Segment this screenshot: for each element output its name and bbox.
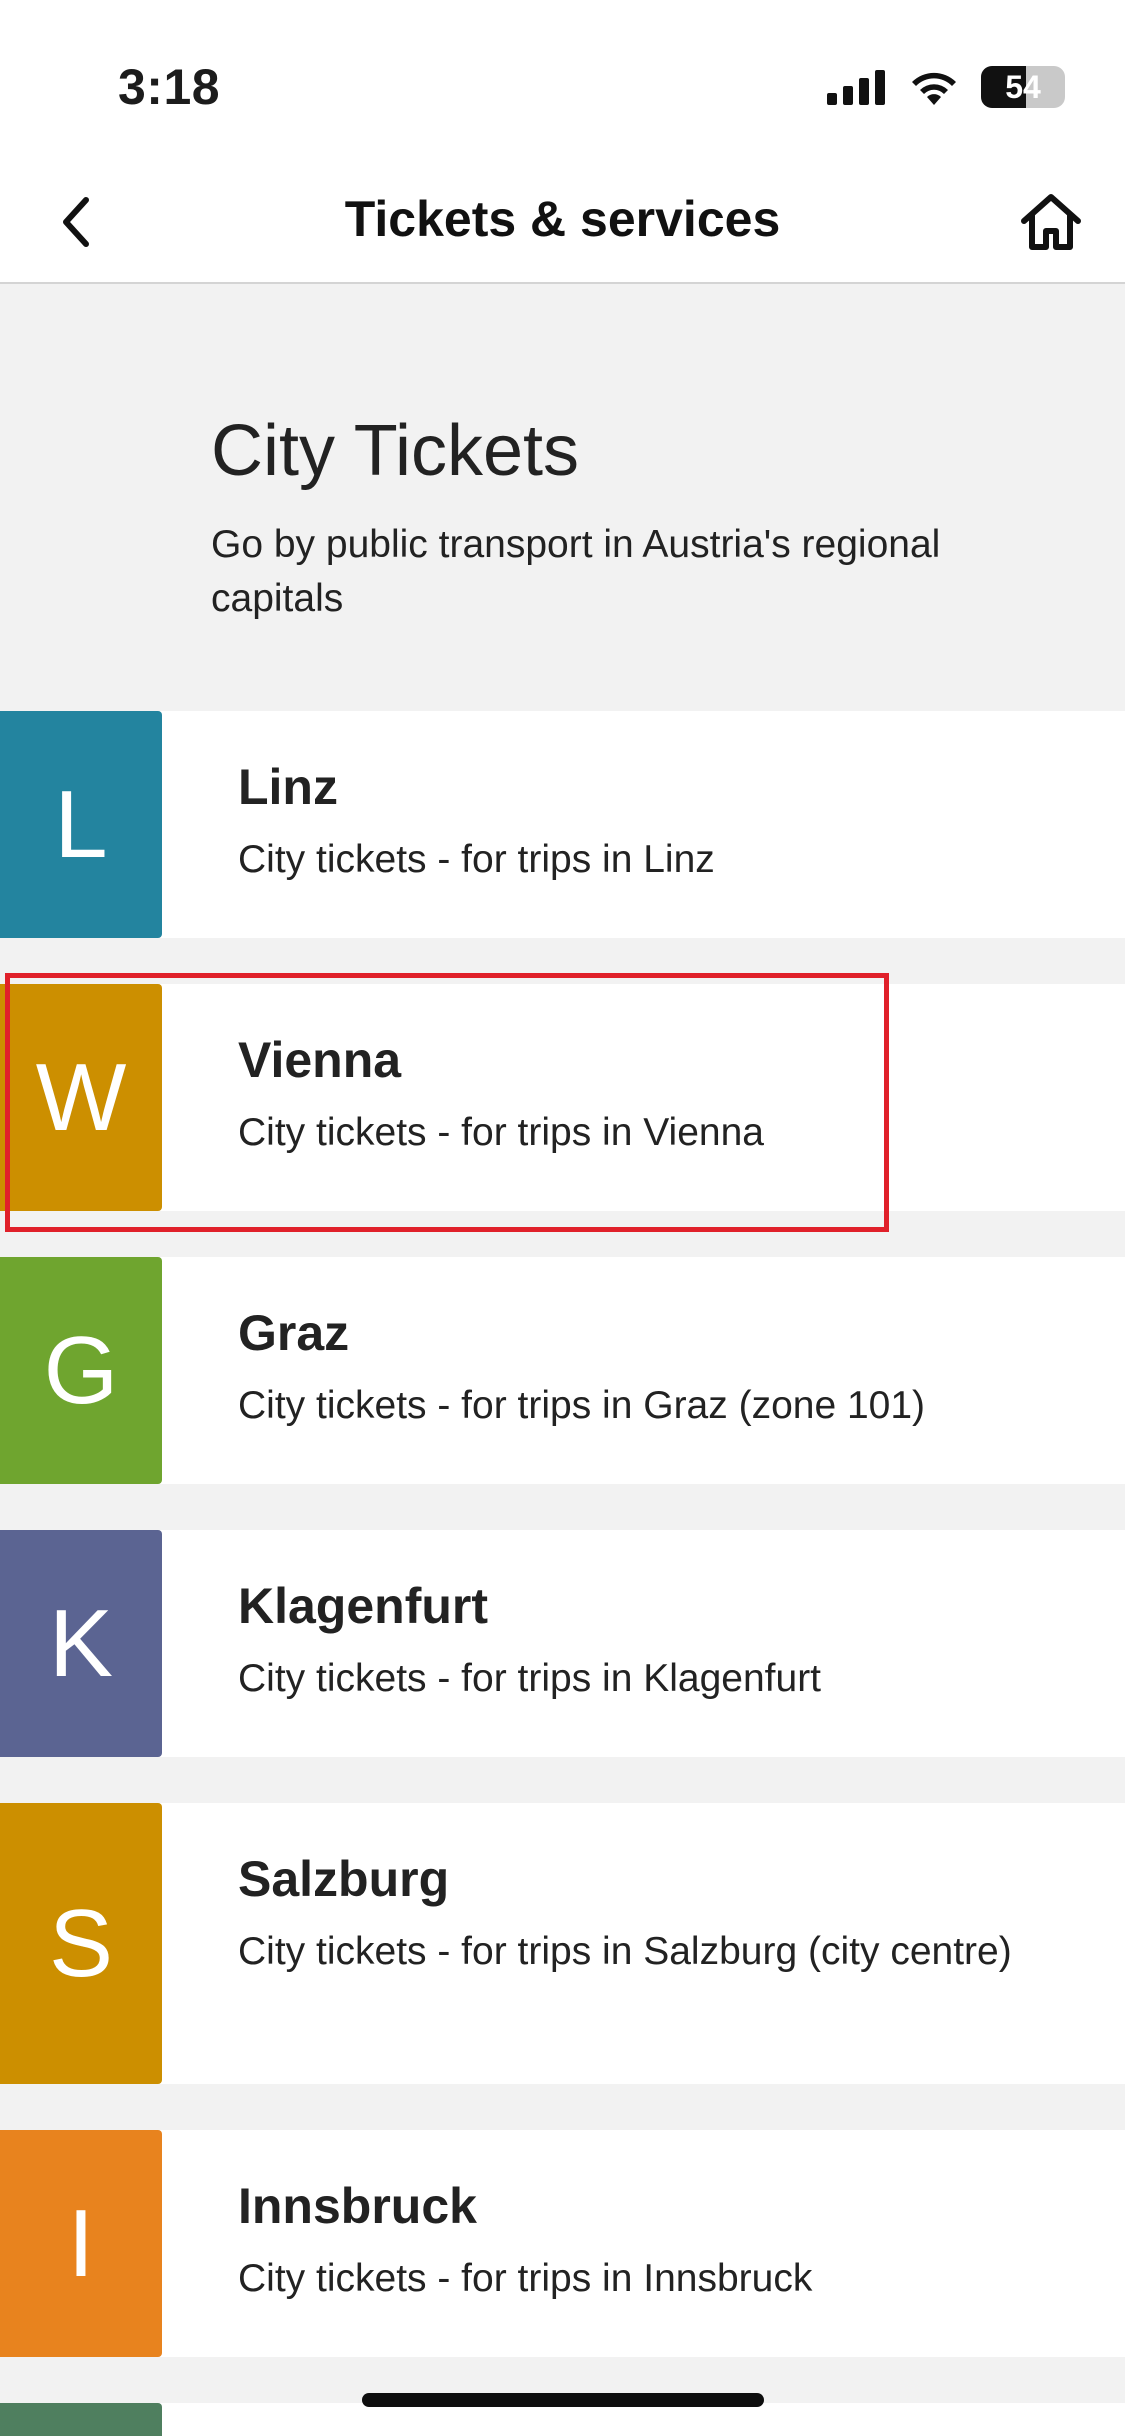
wifi-icon [912,72,956,105]
city-letter-badge: I [0,2130,162,2357]
city-letter-badge: W [0,984,162,1211]
battery-level: 54 [1005,68,1041,105]
city-item-partial[interactable] [0,2403,1125,2436]
home-button[interactable] [1013,184,1089,260]
city-item-salzburg[interactable]: S Salzburg City tickets - for trips in S… [0,1803,1125,2084]
city-letter-badge-partial [0,2403,162,2436]
page-title: Tickets & services [344,191,781,247]
city-text: Salzburg City tickets - for trips in Sal… [162,1803,1052,2084]
city-item-graz[interactable]: G Graz City tickets - for trips in Graz … [0,1257,1125,1484]
home-indicator [362,2393,764,2407]
status-bar: 3:18 54 [0,0,1125,160]
city-item-linz[interactable]: L Linz City tickets - for trips in Linz [0,711,1125,938]
city-name: Innsbruck [238,2178,477,2234]
section-title: City Tickets [211,411,580,491]
city-description: City tickets - for trips in Linz [238,838,715,881]
city-name: Graz [238,1305,350,1361]
city-text: Linz City tickets - for trips in Linz [162,711,755,938]
city-text: Innsbruck City tickets - for trips in In… [162,2130,852,2357]
city-letter-badge: G [0,1257,162,1484]
city-name: Klagenfurt [238,1578,488,1634]
section-header: City Tickets Go by public transport in A… [211,410,1071,626]
city-letter-badge: K [0,1530,162,1757]
city-item-vienna[interactable]: W Vienna City tickets - for trips in Vie… [0,984,1125,1211]
city-item-innsbruck[interactable]: I Innsbruck City tickets - for trips in … [0,2130,1125,2357]
city-text: Vienna City tickets - for trips in Vienn… [162,984,804,1211]
city-description: City tickets - for trips in Graz (zone 1… [238,1384,926,1427]
section-subtitle: Go by public transport in Austria's regi… [211,523,941,620]
navigation-bar: Tickets & services [0,160,1125,284]
city-text: Klagenfurt City tickets - for trips in K… [162,1530,861,1757]
battery-icon: 54 [981,66,1065,108]
city-letter-badge: L [0,711,162,938]
city-name: Vienna [238,1032,402,1088]
city-ticket-list: L Linz City tickets - for trips in Linz … [0,711,1125,2436]
city-description: City tickets - for trips in Vienna [238,1111,764,1154]
city-letter-badge: S [0,1803,162,2084]
city-item-klagenfurt[interactable]: K Klagenfurt City tickets - for trips in… [0,1530,1125,1757]
signal-icon [827,69,885,105]
city-description: City tickets - for trips in Innsbruck [238,2257,813,2300]
city-description: City tickets - for trips in Klagenfurt [238,1657,822,1700]
city-description: City tickets - for trips in Salzburg (ci… [238,1930,1012,1973]
status-time: 3:18 [118,59,221,115]
city-text: Graz City tickets - for trips in Graz (z… [162,1257,965,1484]
home-icon [1021,194,1081,250]
status-icons: 54 [827,66,1065,108]
city-name: Salzburg [238,1851,450,1907]
city-name: Linz [238,759,338,815]
